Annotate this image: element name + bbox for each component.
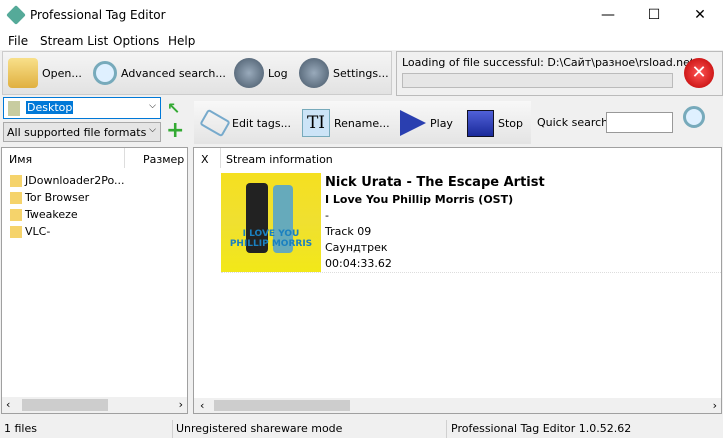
- file-list: Имя Размер JDownloader2Po... Tor Browser…: [1, 147, 188, 414]
- open-button[interactable]: Open...: [8, 53, 82, 93]
- search-icon[interactable]: [683, 106, 705, 128]
- status-message: Loading of file successful: D:\Сайт\разн…: [402, 56, 709, 69]
- album-cover: I LOVE YOU PHILLIP MORRIS: [221, 173, 321, 272]
- add-icon[interactable]: +: [166, 120, 184, 142]
- rename-icon: TI: [302, 109, 330, 137]
- play-label: Play: [430, 116, 453, 130]
- folder-icon: [8, 101, 20, 116]
- log-label: Log: [268, 66, 288, 80]
- folder-icon: [10, 209, 22, 221]
- format-filter-combo[interactable]: All supported file formats ⌵: [3, 122, 161, 142]
- rename-label: Rename...: [334, 116, 390, 130]
- gears-icon: [299, 58, 329, 88]
- chevron-down-icon: ⌵: [149, 125, 156, 135]
- magnifier-icon: [93, 61, 117, 85]
- list-item[interactable]: Tweakeze: [10, 208, 78, 221]
- chevron-down-icon: ⌵: [149, 101, 156, 111]
- menu-file[interactable]: File: [8, 34, 28, 48]
- quick-search-label: Quick search:: [537, 116, 612, 129]
- column-stream-info[interactable]: Stream information: [226, 153, 333, 166]
- advanced-search-button[interactable]: Advanced search...: [93, 53, 226, 93]
- open-label: Open...: [42, 66, 82, 80]
- horizontal-scrollbar[interactable]: ‹ ›: [194, 398, 721, 413]
- stop-label: Stop: [498, 116, 524, 130]
- stop-icon: [467, 109, 494, 137]
- minimize-button[interactable]: —: [585, 0, 631, 31]
- track-album: I Love You Phillip Morris (OST): [325, 193, 514, 206]
- settings-button[interactable]: Settings...: [299, 53, 389, 93]
- item-label: Tweakeze: [25, 208, 78, 221]
- column-size[interactable]: Размер: [143, 153, 184, 166]
- folder-icon: [10, 192, 22, 204]
- play-button[interactable]: Play: [400, 103, 453, 143]
- folder-combo[interactable]: Desktop ⌵: [3, 97, 161, 119]
- settings-label: Settings...: [333, 66, 389, 80]
- folder-icon: [10, 226, 22, 238]
- stop-button[interactable]: Stop: [467, 103, 523, 143]
- stream-list: X Stream information I LOVE YOU PHILLIP …: [193, 147, 722, 414]
- folder-icon: [10, 175, 22, 187]
- track-title: Nick Urata - The Escape Artist: [325, 175, 545, 190]
- log-button[interactable]: Log: [234, 53, 288, 93]
- progress-bar: [402, 73, 673, 88]
- title-bar: Professional Tag Editor — ☐ ✕: [0, 0, 723, 31]
- list-item[interactable]: VLC-: [10, 225, 50, 238]
- cancel-icon[interactable]: ✕: [684, 58, 714, 88]
- menu-bar: File Stream List Options Help: [0, 31, 723, 50]
- app-icon: [6, 5, 26, 25]
- advanced-search-label: Advanced search...: [121, 66, 226, 80]
- column-x[interactable]: X: [201, 153, 209, 166]
- status-version: Professional Tag Editor 1.0.52.62: [451, 422, 632, 435]
- status-mode: Unregistered shareware mode: [176, 422, 343, 435]
- track-duration: 00:04:33.62: [325, 257, 392, 270]
- maximize-button[interactable]: ☐: [631, 0, 677, 31]
- menu-options[interactable]: Options: [113, 34, 159, 48]
- cover-text: I LOVE YOU PHILLIP MORRIS: [229, 229, 313, 249]
- gear-clock-icon: [234, 58, 264, 88]
- filter-value: All supported file formats: [7, 126, 147, 139]
- status-files: 1 files: [4, 422, 37, 435]
- up-folder-icon[interactable]: ↖: [167, 99, 180, 118]
- play-icon: [400, 110, 426, 136]
- close-button[interactable]: ✕: [677, 0, 723, 31]
- status-panel: Loading of file successful: D:\Сайт\разн…: [396, 51, 723, 96]
- window-title: Professional Tag Editor: [30, 8, 166, 22]
- list-item[interactable]: JDownloader2Po...: [10, 174, 124, 187]
- menu-help[interactable]: Help: [168, 34, 195, 48]
- horizontal-scrollbar[interactable]: ‹ ›: [2, 397, 187, 413]
- list-item[interactable]: Tor Browser: [10, 191, 89, 204]
- track-genre: Саундтрек: [325, 241, 388, 254]
- item-label: JDownloader2Po...: [25, 174, 125, 187]
- item-label: Tor Browser: [25, 191, 90, 204]
- quick-search-input[interactable]: [606, 112, 673, 133]
- folder-value: Desktop: [26, 101, 74, 114]
- track-number: Track 09: [325, 225, 372, 238]
- folder-icon: [8, 58, 38, 88]
- item-label: VLC-: [25, 225, 51, 238]
- edit-tags-label: Edit tags...: [232, 116, 292, 130]
- track-artist: -: [325, 209, 329, 222]
- rename-button[interactable]: TI Rename...: [302, 103, 390, 143]
- edit-tags-button[interactable]: Edit tags...: [199, 103, 292, 143]
- column-name[interactable]: Имя: [9, 153, 32, 166]
- menu-stream-list[interactable]: Stream List: [40, 34, 108, 48]
- stream-row[interactable]: I LOVE YOU PHILLIP MORRIS Nick Urata - T…: [221, 173, 721, 273]
- tag-icon: [199, 108, 231, 138]
